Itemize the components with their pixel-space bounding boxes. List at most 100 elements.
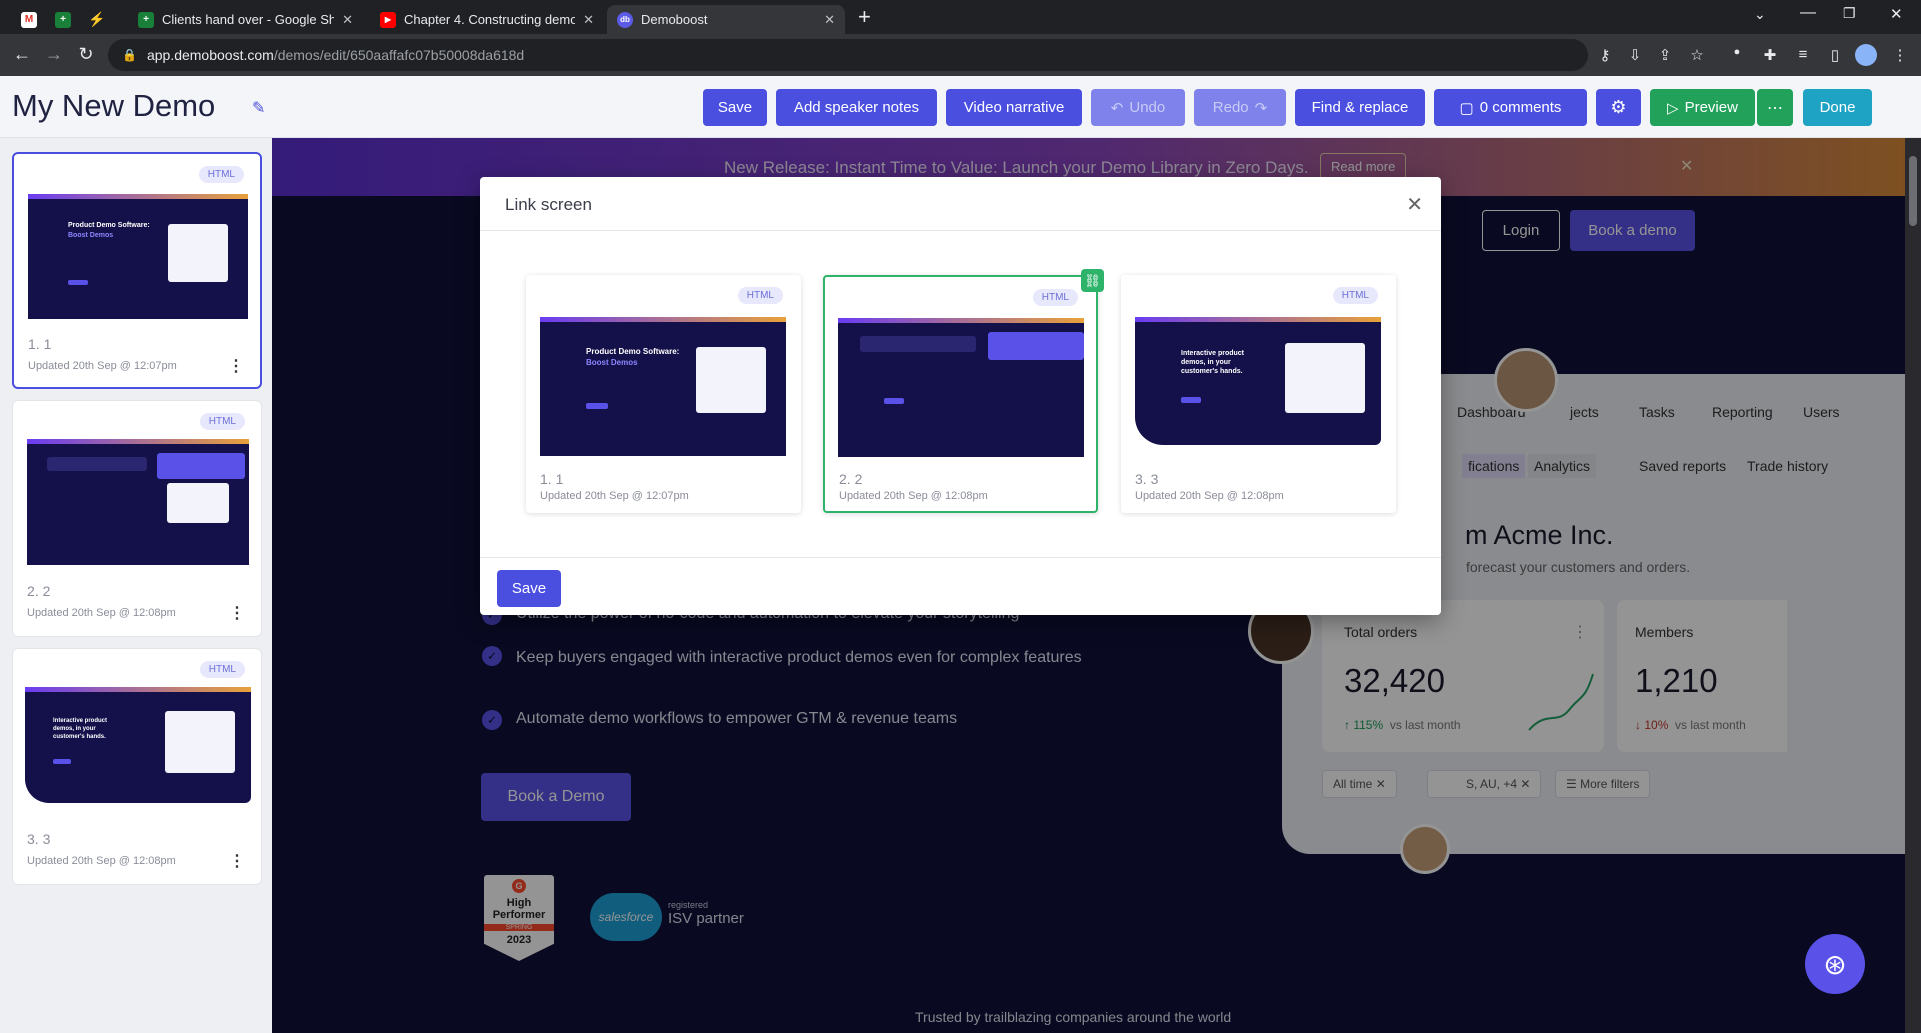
tab-title: Chapter 4. Constructing demo flo [404,12,576,27]
screen-option-3[interactable]: HTML Interactive product demos, in your … [1121,275,1396,513]
slide-thumbnail: Interactive product demos, in your custo… [25,687,251,803]
slide-menu-icon[interactable]: ⋮ [228,356,244,376]
address-bar[interactable]: 🔒 app.demoboost.com/demos/edit/650aaffaf… [108,39,1588,71]
tab-sheets[interactable]: + [48,5,78,34]
install-icon[interactable]: ⇩ [1625,46,1645,64]
slide-menu-icon[interactable]: ⋮ [229,603,245,623]
bookmark-star-icon[interactable]: ☆ [1687,46,1707,64]
tab-close-icon[interactable]: ✕ [824,12,835,28]
tab-title: Clients hand over - Google Sheet [162,12,335,27]
share-icon[interactable]: ⇪ [1655,46,1675,64]
browser-menu-icon[interactable]: ⋮ [1890,46,1910,64]
screen-number: 1. 1 [540,471,564,487]
close-icon[interactable]: ✕ [1406,192,1423,217]
minimize-icon[interactable]: — [1800,4,1816,22]
screen-updated: Updated 20th Sep @ 12:08pm [839,490,988,502]
slide-number: 1. 1 [28,336,52,352]
save-button[interactable]: Save [703,89,767,126]
redo-label: Redo [1212,99,1249,116]
browser-toolbar: ← → ↻ 🔒 app.demoboost.com/demos/edit/650… [0,34,1921,76]
redo-button[interactable]: Redo ↷ [1194,89,1286,126]
screen-thumbnail [838,318,1084,457]
key-icon[interactable]: ⚷ [1595,46,1615,64]
preview-label: Preview [1684,99,1738,116]
comment-icon: ▢ [1459,99,1474,117]
tab-chapter-4[interactable]: ▶ Chapter 4. Constructing demo flo ✕ [370,5,604,34]
add-speaker-notes-button[interactable]: Add speaker notes [776,89,937,126]
edit-title-icon[interactable]: ✎ [252,98,265,118]
slide-card-1[interactable]: HTML Product Demo Software: Boost Demos … [12,152,262,389]
restore-icon[interactable]: ❐ [1843,5,1856,22]
slide-number: 3. 3 [27,831,51,847]
screen-number: 3. 3 [1135,471,1159,487]
tab-demoboost[interactable]: db Demoboost ✕ [607,5,845,34]
tab-close-icon[interactable]: ✕ [583,12,594,28]
slide-menu-icon[interactable]: ⋮ [229,851,245,871]
close-window-icon[interactable]: ✕ [1890,5,1903,23]
link-screen-modal: Link screen ✕ HTML Product Demo Software… [480,177,1441,615]
page-scrollbar[interactable] [1905,138,1921,1033]
lock-icon: 🔒 [122,48,137,62]
modal-save-button[interactable]: Save [497,570,561,607]
demo-title: My New Demo [12,88,216,123]
thumb-title: Interactive product demos, in your custo… [53,718,108,740]
forward-icon[interactable]: → [42,44,66,65]
back-icon[interactable]: ← [10,44,34,65]
slide-card-2[interactable]: HTML 2. 2 Updated 20th Sep @ 12:08pm ⋮ [12,400,262,637]
undo-icon: ↶ [1110,99,1124,117]
youtube-icon: ▶ [380,11,396,28]
comments-button[interactable]: ▢ 0 comments [1434,89,1587,126]
thumb-subtitle: Boost Demos [586,358,638,367]
extensions-puzzle-icon[interactable]: ✚ [1760,46,1780,64]
side-panel-icon[interactable]: ▯ [1825,46,1845,64]
tab-title: Demoboost [641,12,708,27]
gmail-icon: M [21,11,37,28]
demoboost-icon: db [617,11,633,28]
new-tab-icon[interactable]: + [858,4,871,30]
editor-header: My New Demo ✎ Save Add speaker notes Vid… [0,76,1921,138]
html-badge: HTML [737,287,783,304]
done-button[interactable]: Done [1803,89,1872,126]
undo-label: Undo [1129,99,1166,116]
settings-gear-icon[interactable]: ⚙ [1596,89,1641,126]
slide-updated: Updated 20th Sep @ 12:08pm [27,607,176,619]
sheets-icon: + [138,11,154,28]
slide-thumbnail: Product Demo Software: Boost Demos [28,194,248,319]
undo-button[interactable]: ↶ Undo [1091,89,1185,126]
slides-sidebar: HTML Product Demo Software: Boost Demos … [0,138,272,1033]
video-narrative-button[interactable]: Video narrative [946,89,1082,126]
screen-thumbnail: Product Demo Software: Boost Demos [540,317,786,456]
comments-label: 0 comments [1479,99,1562,116]
slide-thumbnail [27,439,249,565]
screen-option-2[interactable]: ⛓ HTML 2. 2 Updated 20th Sep @ 12:08pm [823,269,1104,513]
thumb-title: Product Demo Software: [586,347,680,356]
tab-gmail[interactable]: M [14,5,44,34]
screen-updated: Updated 20th Sep @ 12:07pm [540,490,689,502]
link-icon: ⛓ [1081,269,1104,292]
demoboost-extension-icon[interactable]: ● [1727,46,1747,58]
slide-updated: Updated 20th Sep @ 12:07pm [28,360,177,372]
html-badge: HTML [199,661,245,678]
profile-avatar[interactable] [1855,44,1877,66]
tab-bolt[interactable]: ⚡ [82,5,112,34]
tab-search-chevron-icon[interactable]: ⌄ [1754,6,1766,23]
tab-clients-hand-over[interactable]: + Clients hand over - Google Sheet ✕ [128,5,363,34]
preview-more-icon[interactable]: ⋯ [1757,89,1793,126]
slide-card-3[interactable]: HTML Interactive product demos, in your … [12,648,262,885]
html-badge: HTML [198,166,244,183]
media-icon[interactable]: ≡ [1793,46,1813,63]
html-badge: HTML [1032,289,1078,306]
help-lifebuoy-icon[interactable]: ⊛ [1805,934,1865,994]
browser-tab-bar: M + ⚡ + Clients hand over - Google Sheet… [0,0,1921,34]
play-icon: ▷ [1667,99,1679,117]
screen-option-1[interactable]: HTML Product Demo Software: Boost Demos … [526,275,801,513]
tab-close-icon[interactable]: ✕ [342,12,353,28]
redo-icon: ↷ [1254,99,1268,117]
modal-title: Link screen [505,195,592,214]
reload-icon[interactable]: ↻ [74,44,98,65]
preview-button[interactable]: ▷ Preview [1650,89,1755,126]
find-replace-button[interactable]: Find & replace [1295,89,1425,126]
screen-number: 2. 2 [839,471,863,487]
url-path: /demos/edit/650aaffafc07b50008da618d [273,47,525,63]
screen-updated: Updated 20th Sep @ 12:08pm [1135,490,1284,502]
